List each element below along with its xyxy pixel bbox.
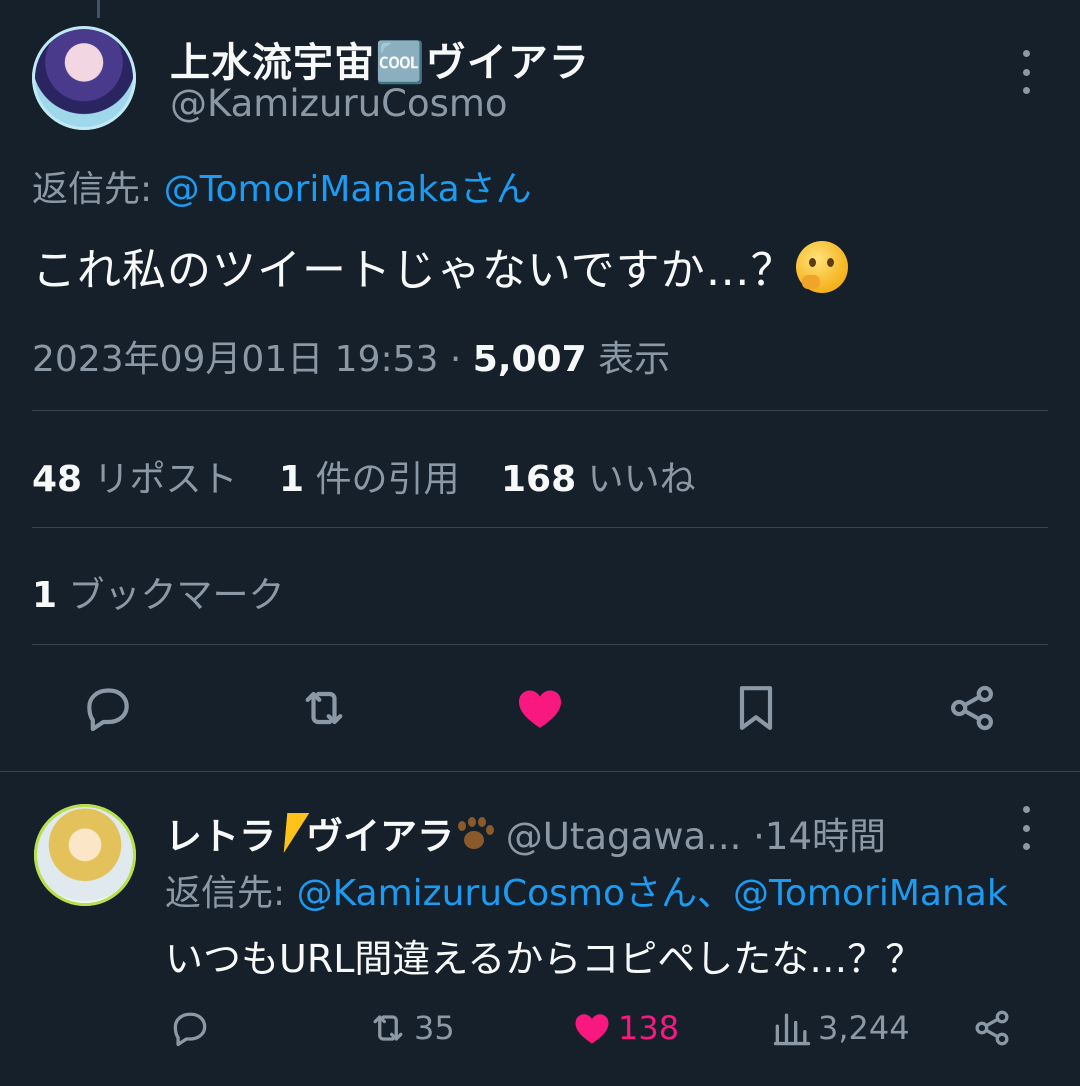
reply-author-avatar[interactable] bbox=[34, 804, 136, 906]
quotes-count: 1 bbox=[279, 459, 305, 500]
paw-prints-icon bbox=[454, 817, 494, 853]
reply-icon bbox=[87, 688, 129, 732]
tweet-detail-page: 上水流宇宙🆒ヴイアラ @KamizuruCosmo 返信先: @TomoriMa… bbox=[0, 0, 1080, 1086]
reply-icon bbox=[173, 1012, 207, 1047]
reply-author-name-part2[interactable]: ヴイアラ bbox=[306, 815, 454, 858]
reposts-stat-link[interactable]: 48 リポスト bbox=[32, 459, 238, 500]
like-button[interactable] bbox=[512, 680, 568, 736]
divider bbox=[32, 527, 1048, 528]
retweet-button[interactable] bbox=[296, 680, 352, 736]
reply-retweet-button[interactable]: 35 bbox=[366, 1006, 455, 1050]
bookmarks-label: ブックマーク bbox=[57, 575, 285, 616]
reply-author-handle[interactable]: @Utagawa... bbox=[506, 815, 742, 858]
author-avatar[interactable] bbox=[32, 26, 136, 130]
reply-tweet-text: いつもURL間違えるからコピペしたな…？？ bbox=[165, 937, 924, 981]
quotes-label: 件の引用 bbox=[304, 459, 460, 500]
reposts-label: リポスト bbox=[82, 459, 238, 500]
reply-like-count: 138 bbox=[618, 1009, 680, 1047]
reply-like-button[interactable]: 138 bbox=[570, 1006, 679, 1050]
reply-author-row: レトラ ヴイアラ @Utagawa... ·14時間 bbox=[165, 806, 886, 860]
reply-more-options-icon[interactable] bbox=[1016, 806, 1036, 850]
share-icon bbox=[975, 1010, 1009, 1046]
analytics-bars-icon bbox=[773, 1013, 811, 1046]
retweet-icon bbox=[305, 691, 343, 725]
heart-filled-icon bbox=[519, 690, 561, 728]
reply-button[interactable] bbox=[80, 680, 136, 736]
reply-time-link[interactable]: ·14時間 bbox=[741, 815, 886, 858]
engagement-stats: 48 リポスト 1 件の引用 168 いいね bbox=[32, 450, 726, 502]
reply-to-line: 返信先: @KamizuruCosmoさん、@TomoriManak bbox=[165, 864, 1008, 916]
bookmarks-count: 1 bbox=[32, 575, 58, 616]
reply-views-button[interactable]: 3,244 bbox=[770, 1006, 910, 1050]
bookmark-icon bbox=[739, 686, 773, 730]
timestamp-link[interactable]: 2023年09月01日 19:53 bbox=[32, 339, 438, 380]
share-icon bbox=[951, 685, 993, 731]
retweet-icon bbox=[373, 1015, 403, 1041]
likes-stat-link[interactable]: 168 いいね bbox=[501, 459, 696, 500]
meta-separator: · bbox=[438, 339, 473, 380]
reply-author-name-part1[interactable]: レトラ bbox=[165, 815, 276, 858]
quotes-stat-link[interactable]: 1 件の引用 bbox=[279, 459, 460, 500]
tweet-text: これ私のツイートじゃないですか…？ bbox=[32, 234, 848, 298]
tweet-meta: 2023年09月01日 19:53 · 5,007 表示 bbox=[32, 330, 670, 382]
reply-to-prefix: 返信先: bbox=[32, 169, 164, 210]
lightning-bolt-icon bbox=[272, 813, 310, 853]
divider bbox=[0, 771, 1080, 772]
divider bbox=[32, 410, 1048, 411]
reply-to-line: 返信先: @TomoriManakaさん bbox=[32, 160, 532, 212]
heart-filled-icon bbox=[575, 1014, 609, 1044]
likes-count: 168 bbox=[500, 459, 577, 500]
author-handle[interactable]: @KamizuruCosmo bbox=[170, 82, 508, 125]
likes-label: いいね bbox=[576, 459, 696, 500]
reply-to-mention-link[interactable]: @TomoriManakaさん bbox=[164, 169, 532, 210]
thread-line bbox=[97, 0, 100, 18]
reply-to-prefix: 返信先: bbox=[165, 873, 297, 914]
bookmarks-stat: 1 ブックマーク bbox=[32, 566, 285, 618]
more-options-icon[interactable] bbox=[1016, 50, 1036, 94]
reply-to-mentions-link[interactable]: @KamizuruCosmoさん、@TomoriManak bbox=[297, 873, 1008, 914]
thinking-face-icon bbox=[795, 241, 848, 293]
reply-share-button[interactable] bbox=[970, 1006, 1018, 1050]
views-count: 5,007 bbox=[472, 339, 587, 380]
reply-retweet-count: 35 bbox=[414, 1009, 455, 1047]
share-button[interactable] bbox=[944, 680, 1000, 736]
views-label: 表示 bbox=[586, 339, 671, 380]
bookmark-button[interactable] bbox=[728, 680, 784, 736]
author-display-name[interactable]: 上水流宇宙🆒ヴイアラ bbox=[170, 30, 590, 88]
reply-views-count: 3,244 bbox=[818, 1009, 910, 1047]
reply-reply-button[interactable] bbox=[168, 1006, 216, 1050]
divider bbox=[32, 644, 1048, 645]
reposts-count: 48 bbox=[32, 459, 83, 500]
tweet-body: これ私のツイートじゃないですか…？ bbox=[32, 245, 796, 296]
